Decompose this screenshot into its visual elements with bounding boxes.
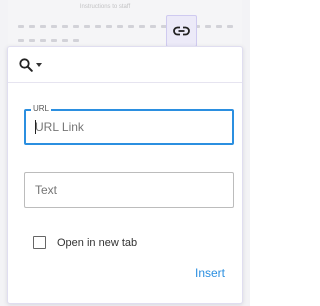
- screen: Instructions to staff URL URL Link Text …: [0, 0, 250, 306]
- toolbar-row: [18, 24, 233, 28]
- url-field-label: URL: [31, 104, 52, 114]
- open-new-tab-checkbox[interactable]: [33, 236, 46, 249]
- open-new-tab-option[interactable]: Open in new tab: [33, 236, 137, 249]
- editor-toolbar-background: Instructions to staff: [8, 0, 242, 50]
- text-cursor: [35, 120, 36, 134]
- insert-button[interactable]: Insert: [195, 266, 225, 280]
- search-dropdown-button[interactable]: [19, 57, 42, 72]
- toolbar-row: [18, 38, 79, 42]
- search-icon: [19, 57, 33, 72]
- open-new-tab-label: Open in new tab: [57, 236, 138, 249]
- text-field[interactable]: [24, 172, 234, 208]
- popup-header: [8, 47, 242, 83]
- text-input[interactable]: [25, 173, 233, 207]
- insert-link-popup: URL Open in new tab Insert: [7, 46, 243, 304]
- url-input[interactable]: [26, 111, 232, 143]
- url-field[interactable]: URL: [24, 104, 234, 145]
- link-button[interactable]: [166, 15, 197, 47]
- link-icon: [173, 26, 190, 36]
- chevron-down-icon: [36, 62, 42, 67]
- editor-title: Instructions to staff: [79, 4, 131, 10]
